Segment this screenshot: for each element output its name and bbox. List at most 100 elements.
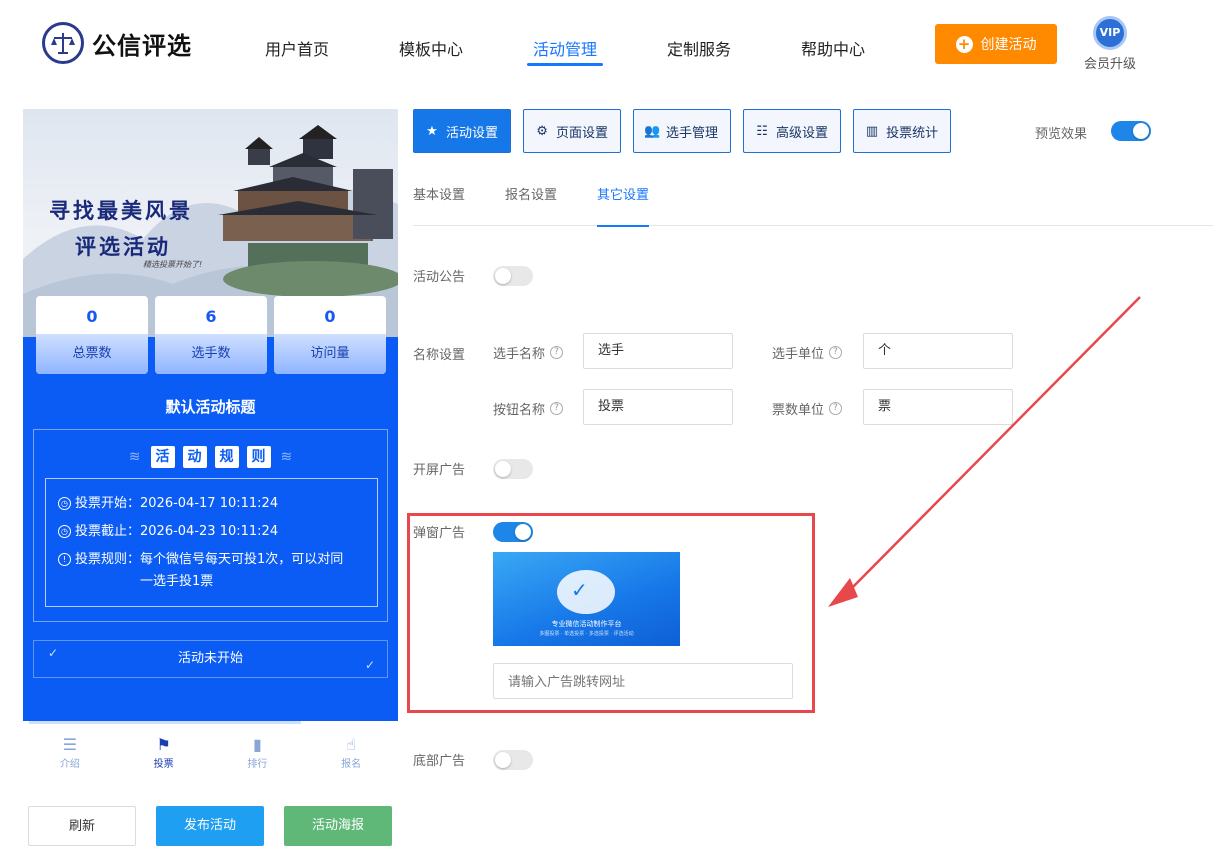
preview-tabbar: ☰ 介绍 ⚑ 投票 ▮ 排行 ☝ 报名	[23, 721, 398, 786]
clock-icon: ◷	[58, 525, 71, 538]
help-icon[interactable]: ?	[550, 402, 564, 415]
popup-ad-toggle[interactable]	[493, 522, 533, 542]
stat-label: 总票数	[36, 334, 148, 374]
nav-home[interactable]: 用户首页	[230, 36, 364, 68]
help-icon[interactable]: ?	[829, 346, 843, 359]
wave-icon: ≋	[280, 449, 293, 465]
tab-label: 排行	[247, 759, 268, 770]
stat-value: 6	[205, 307, 217, 326]
preview-toggle[interactable]	[1111, 121, 1151, 141]
help-icon[interactable]: ?	[550, 346, 564, 359]
bird-icon: ✓	[364, 658, 375, 672]
tab-label: 活动设置	[446, 125, 499, 141]
sliders-icon: ☷	[756, 123, 768, 139]
tab-vote[interactable]: ⚑ 投票	[117, 721, 211, 786]
stat-label: 访问量	[274, 334, 386, 374]
tab-label: 介绍	[59, 759, 80, 770]
splash-ad-toggle[interactable]	[493, 459, 533, 479]
settings-main-tabs: ★ 活动设置 ⚙ 页面设置 👥 选手管理 ☷ 高级设置 ▥ 投票统计	[413, 109, 963, 153]
popup-ad-label: 弹窗广告	[413, 526, 466, 541]
player-unit-input[interactable]: 个	[863, 333, 1013, 369]
brand-logo[interactable]: 公信评选	[42, 22, 192, 64]
stat-value: 0	[324, 307, 336, 326]
hero-subtitle: 精选投票开始了!	[143, 260, 203, 269]
field-label-text: 票数单位	[772, 403, 825, 418]
button-name-input[interactable]: 投票	[583, 389, 733, 425]
scales-logo-icon	[42, 22, 84, 64]
tab-intro[interactable]: ☰ 介绍	[23, 721, 117, 786]
tab-signup[interactable]: ☝ 报名	[304, 721, 398, 786]
vote-unit-input[interactable]: 票	[863, 389, 1013, 425]
bottom-ad-toggle[interactable]	[493, 750, 533, 770]
rule-label: 投票开始：	[75, 496, 141, 511]
popup-ad-image[interactable]: ✓ 专业微信活动制作平台 多图投票 · 单选投票 · 多选投票 · 评选活动	[493, 552, 680, 646]
flag-icon: ⚑	[156, 735, 171, 754]
rule-label: 投票规则：	[75, 552, 141, 567]
hand-pointer-icon: ☝	[346, 735, 356, 754]
vip-label: 会员升级	[1083, 57, 1136, 72]
rules-char: 规	[214, 446, 239, 468]
name-settings-label: 名称设置	[413, 348, 466, 363]
stats-icon: ▥	[865, 123, 879, 139]
tab-vote-statistics[interactable]: ▥ 投票统计	[853, 109, 952, 153]
plus-icon: +	[955, 35, 973, 53]
tab-label: 投票	[153, 759, 174, 770]
vip-upgrade[interactable]: VIP 会员升级	[1080, 16, 1140, 72]
button-name-field-label: 按钮名称 ?	[493, 399, 564, 418]
status-text: 活动未开始	[177, 651, 243, 666]
publish-button[interactable]: 发布活动	[156, 806, 264, 846]
activity-status: ✓ 活动未开始 ✓	[33, 640, 388, 678]
create-activity-label: 创建活动	[980, 37, 1037, 53]
subtab-other[interactable]: 其它设置	[597, 182, 650, 227]
rules-heading: ≋ 活 动 规 则 ≋	[34, 446, 387, 468]
announcement-label: 活动公告	[413, 270, 466, 285]
subtab-basic[interactable]: 基本设置	[413, 182, 465, 226]
stat-total-votes: 0 总票数	[36, 296, 148, 374]
preview-actions: 刷新 发布活动 活动海报	[28, 806, 412, 846]
bar-chart-icon: ▮	[252, 735, 262, 754]
tab-page-settings[interactable]: ⚙ 页面设置	[523, 109, 622, 153]
popup-banner-text: 专业微信活动制作平台	[551, 620, 622, 628]
rule-label: 投票截止：	[75, 524, 141, 539]
rule-vote-policy: ! 投票规则： 每个微信号每天可投1次，可以对同一选手投1票	[58, 549, 377, 593]
tab-label: 页面设置	[556, 125, 609, 141]
stat-visits: 0 访问量	[274, 296, 386, 374]
help-icon[interactable]: ?	[829, 402, 843, 415]
brand-name: 公信评选	[92, 31, 192, 60]
popup-ad-url-input[interactable]	[493, 663, 793, 699]
clock-icon: ◷	[58, 497, 71, 510]
bird-icon: ✓	[48, 646, 59, 660]
field-label-text: 按钮名称	[493, 403, 546, 418]
activity-title: 默认活动标题	[165, 398, 256, 416]
tab-advanced-settings[interactable]: ☷ 高级设置	[743, 109, 842, 153]
nav-custom-service[interactable]: 定制服务	[632, 36, 766, 68]
announcement-toggle[interactable]	[493, 266, 533, 286]
player-name-field-label: 选手名称 ?	[493, 343, 564, 362]
popup-banner-subtext: 多图投票 · 单选投票 · 多选投票 · 评选活动	[539, 631, 634, 637]
hero-title: 寻找最美风景 评选活动	[49, 193, 193, 265]
subtab-signup[interactable]: 报名设置	[505, 182, 557, 226]
rules-char: 活	[150, 446, 175, 468]
stat-value: 0	[86, 307, 98, 326]
list-icon: ☰	[62, 735, 78, 754]
nav-help[interactable]: 帮助中心	[766, 36, 900, 68]
nav-templates[interactable]: 模板中心	[364, 36, 498, 68]
settings-sub-tabs: 基本设置 报名设置 其它设置	[413, 182, 1213, 227]
nav-activity-management[interactable]: 活动管理	[498, 36, 632, 68]
player-name-input[interactable]: 选手	[583, 333, 733, 369]
create-activity-button[interactable]: + 创建活动	[935, 24, 1057, 64]
preview-toggle-label: 预览效果	[1035, 127, 1088, 142]
users-icon: 👥	[643, 123, 661, 139]
tab-player-management[interactable]: 👥 选手管理	[633, 109, 732, 153]
tab-ranking[interactable]: ▮ 排行	[211, 721, 305, 786]
poster-button[interactable]: 活动海报	[284, 806, 392, 846]
field-label-text: 选手名称	[493, 347, 546, 362]
rules-char: 则	[246, 446, 271, 468]
bottom-ad-label: 底部广告	[413, 754, 466, 769]
check-icon: ✓	[571, 578, 588, 602]
tab-label: 高级设置	[776, 125, 829, 141]
refresh-button[interactable]: 刷新	[28, 806, 136, 846]
tab-activity-settings[interactable]: ★ 活动设置	[413, 109, 512, 153]
star-icon: ★	[426, 123, 438, 139]
hero-title-line-1: 寻找最美风景	[49, 198, 193, 223]
